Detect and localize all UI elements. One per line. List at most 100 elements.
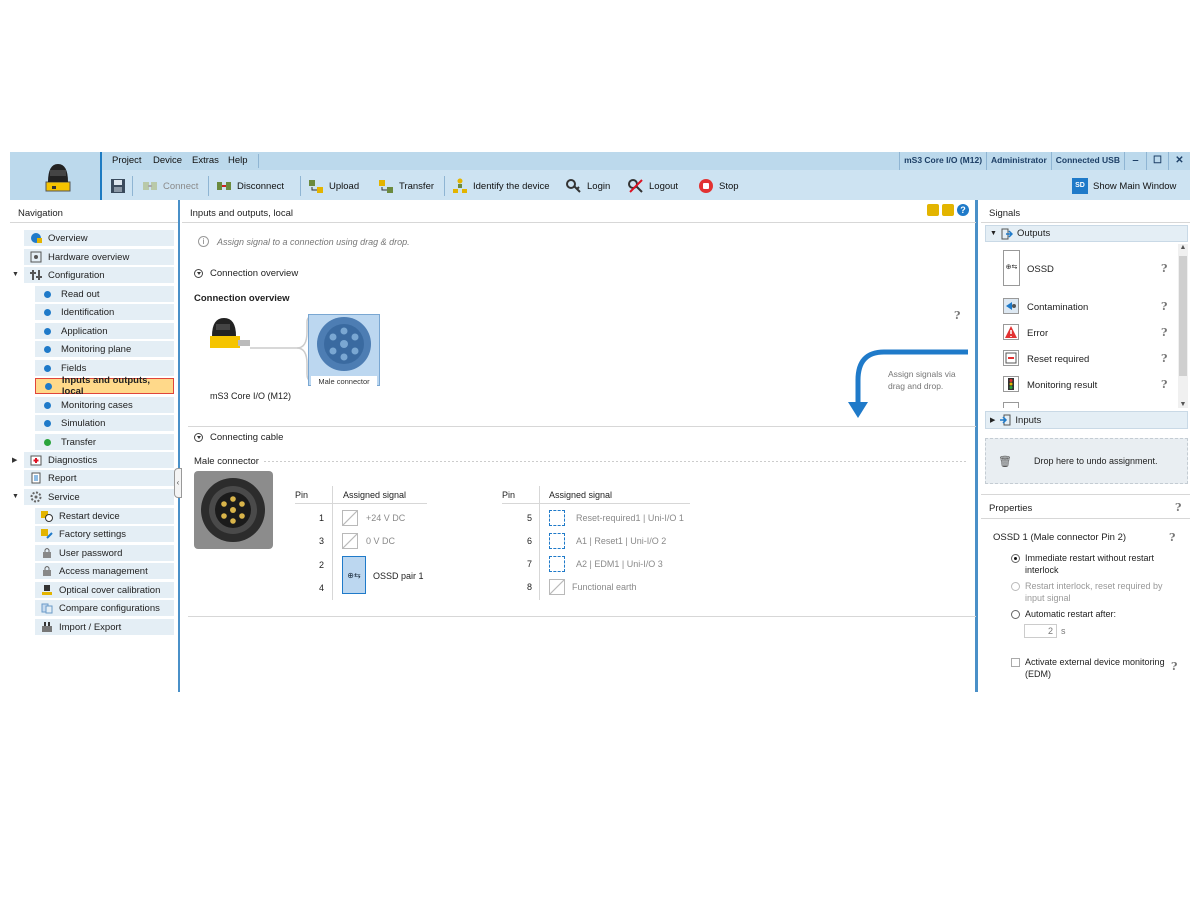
menu-device[interactable]: Device	[153, 155, 182, 166]
help-question-icon[interactable]: ?	[1175, 501, 1181, 514]
signal-item-reset-required[interactable]: Reset required	[1027, 354, 1089, 365]
toolbar-divider	[444, 176, 445, 196]
status-area: mS3 Core I/O (M12) Administrator Connect…	[899, 152, 1190, 170]
signal-slot[interactable]	[549, 556, 565, 572]
help-question-icon[interactable]: ?	[1171, 660, 1177, 673]
signal-slot[interactable]	[549, 533, 565, 549]
help-question-icon[interactable]: ?	[1161, 262, 1167, 275]
radio-unselected-icon[interactable]	[1011, 610, 1020, 619]
comment-icon[interactable]	[927, 204, 939, 216]
pin-number: 1	[318, 513, 324, 523]
option-automatic-restart[interactable]: Automatic restart after:	[1011, 608, 1181, 620]
nav-item-restart-device[interactable]: Restart device	[35, 508, 174, 524]
stop-label: Stop	[719, 180, 739, 192]
inputs-group-header[interactable]: ▶ Inputs	[985, 411, 1188, 429]
radio-disabled-icon[interactable]	[1011, 582, 1020, 591]
signal-item-ossd[interactable]: OSSD	[1027, 264, 1054, 275]
nav-item-inputs-outputs-local[interactable]: Inputs and outputs, local	[35, 375, 174, 397]
nav-item-configuration[interactable]: Configuration	[24, 267, 174, 283]
stop-button[interactable]: Stop	[698, 177, 739, 195]
import-export-icon	[41, 621, 53, 633]
option-immediate-restart[interactable]: Immediate restart without restart interl…	[1011, 552, 1181, 576]
nav-item-optical-cover-calibration[interactable]: Optical cover calibration	[35, 582, 174, 598]
nav-item-fields[interactable]: Fields	[35, 360, 174, 376]
help-question-icon[interactable]: ?	[954, 309, 960, 322]
radio-selected-icon[interactable]	[1011, 554, 1020, 563]
nav-item-service[interactable]: Service	[24, 489, 174, 505]
comment-list-icon[interactable]	[942, 204, 954, 216]
expand-configuration-icon[interactable]: ▼	[12, 271, 19, 278]
monitoring-result-icon[interactable]	[1003, 376, 1019, 392]
expand-service-icon[interactable]: ▼	[12, 493, 19, 500]
connect-button[interactable]: Connect	[142, 177, 198, 195]
nav-item-import-export[interactable]: Import / Export	[35, 619, 174, 635]
nav-item-read-out[interactable]: Read out	[35, 286, 174, 302]
option-restart-interlock[interactable]: Restart interlock, reset required by inp…	[1011, 580, 1181, 604]
minimize-button[interactable]: ‒	[1124, 152, 1146, 170]
restart-time-input[interactable]: 2	[1024, 624, 1057, 638]
identify-device-button[interactable]: Identify the device	[452, 177, 550, 195]
outputs-scrollbar[interactable]: ▲ ▼	[1178, 244, 1188, 408]
option-edm[interactable]: Activate external device monitoring (EDM…	[1011, 656, 1181, 680]
nav-item-monitoring-cases[interactable]: Monitoring cases	[35, 397, 174, 413]
save-button[interactable]	[110, 177, 131, 195]
nav-item-report[interactable]: Report	[24, 470, 174, 486]
scroll-thumb[interactable]	[1179, 256, 1187, 376]
nav-item-factory-settings[interactable]: Factory settings	[35, 526, 174, 542]
nav-item-application[interactable]: Application	[35, 323, 174, 339]
nav-item-diagnostics[interactable]: Diagnostics	[24, 452, 174, 468]
help-question-icon[interactable]: ?	[1161, 326, 1167, 339]
signal-slot[interactable]	[342, 533, 358, 549]
ossd-signal-icon[interactable]: ⊕⇆	[1003, 250, 1020, 286]
signal-slot[interactable]	[549, 510, 565, 526]
connection-overview-toggle[interactable]: Connection overview	[194, 268, 298, 279]
signal-item-contamination[interactable]: Contamination	[1027, 302, 1088, 313]
nav-item-compare-configurations[interactable]: Compare configurations	[35, 600, 174, 616]
nav-item-user-password[interactable]: User password	[35, 545, 174, 561]
male-connector-tile[interactable]: Male connector	[308, 314, 380, 388]
signal-slot[interactable]	[549, 579, 565, 595]
scroll-down-icon[interactable]: ▼	[1178, 401, 1188, 408]
signal-item-monitoring-result[interactable]: Monitoring result	[1027, 380, 1097, 391]
disconnect-button[interactable]: Disconnect	[216, 177, 284, 195]
edm-checkbox[interactable]	[1011, 658, 1020, 667]
nav-item-identification[interactable]: Identification	[35, 304, 174, 320]
nav-item-overview[interactable]: Overview	[24, 230, 174, 246]
help-question-icon[interactable]: ?	[1161, 300, 1167, 313]
inputs-label: Inputs	[1015, 414, 1042, 426]
contamination-icon[interactable]	[1003, 298, 1019, 314]
nav-item-access-management[interactable]: Access management	[35, 563, 174, 579]
outputs-group-header[interactable]: ▼ Outputs	[985, 225, 1188, 242]
collapse-panel-handle[interactable]: ‹	[174, 468, 182, 498]
upload-button[interactable]: Upload	[308, 177, 359, 195]
menu-project[interactable]: Project	[112, 155, 142, 166]
signals-divider	[981, 222, 1190, 223]
maximize-button[interactable]: ☐	[1146, 152, 1168, 170]
show-main-window-button[interactable]: SD Show Main Window	[1072, 177, 1176, 195]
ossd-pair-slot[interactable]: ⊕⇆	[342, 556, 366, 594]
signal-item-error[interactable]: Error	[1027, 328, 1048, 339]
nav-item-transfer[interactable]: Transfer	[35, 434, 174, 450]
help-question-icon[interactable]: ?	[1169, 531, 1175, 544]
error-icon[interactable]	[1003, 324, 1019, 340]
logout-button[interactable]: Logout	[628, 177, 678, 195]
nav-item-simulation[interactable]: Simulation	[35, 415, 174, 431]
assign-hint-text: Assign signal to a connection using drag…	[217, 236, 410, 247]
login-button[interactable]: Login	[566, 177, 610, 195]
menu-extras[interactable]: Extras	[192, 155, 219, 166]
menu-help[interactable]: Help	[228, 155, 248, 166]
transfer-button[interactable]: Transfer	[378, 177, 434, 195]
help-question-icon[interactable]: ?	[1161, 378, 1167, 391]
close-button[interactable]: ✕	[1168, 152, 1190, 170]
scroll-up-icon[interactable]: ▲	[1178, 244, 1188, 251]
help-icon[interactable]: ?	[957, 204, 969, 216]
expand-diagnostics-icon[interactable]: ▶	[12, 456, 17, 464]
signal-slot[interactable]	[342, 510, 358, 526]
connecting-cable-toggle[interactable]: Connecting cable	[194, 432, 283, 443]
help-question-icon[interactable]: ?	[1161, 352, 1167, 365]
undo-drop-zone[interactable]: 🗑 Drop here to undo assignment.	[985, 438, 1188, 484]
nav-item-hardware-overview[interactable]: Hardware overview	[24, 249, 174, 265]
nav-item-monitoring-plane[interactable]: Monitoring plane	[35, 341, 174, 357]
signal-label: +24 V DC	[366, 513, 406, 523]
reset-required-icon[interactable]	[1003, 350, 1019, 366]
